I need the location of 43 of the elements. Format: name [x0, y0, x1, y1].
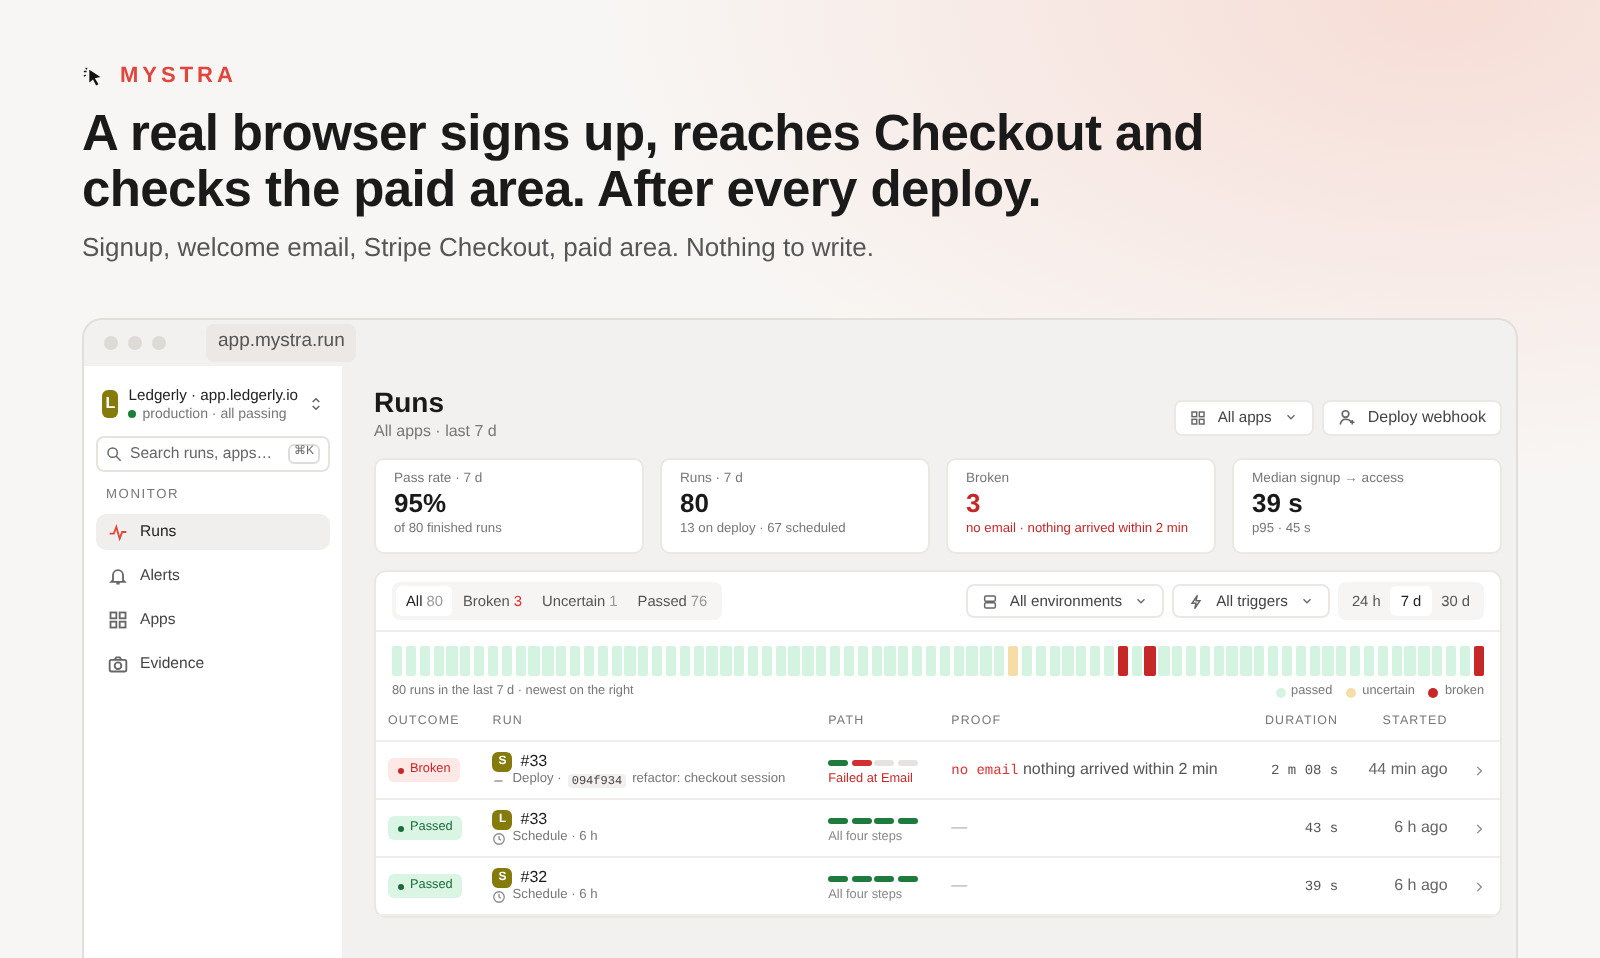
headline: A real browser signs up, reaches Checkout and checks the paid area. After every deploy.: [82, 105, 1206, 221]
run-number: #33: [520, 752, 548, 772]
proof-text: —: [951, 818, 968, 837]
proof-text: —: [951, 876, 968, 895]
caret-icon: [1283, 410, 1298, 425]
stat-value: 80: [680, 488, 711, 522]
page-subtitle: All apps · last 7 d: [374, 421, 497, 442]
window-control-dot[interactable]: [128, 336, 142, 351]
grid-icon: [108, 609, 128, 630]
search-icon: [106, 446, 122, 463]
started-time: 6 h ago: [1394, 818, 1448, 837]
caret-icon: [1299, 594, 1314, 609]
started-time: 44 min ago: [1368, 760, 1448, 779]
started-time: 6 h ago: [1394, 876, 1448, 895]
cursor-icon: [82, 65, 104, 88]
chevron-updown-icon: [308, 396, 324, 413]
chevron-right-icon: [1471, 879, 1486, 894]
stat-value: 95%: [394, 488, 449, 522]
app-avatar: L: [102, 390, 119, 419]
window-control-dot[interactable]: [152, 336, 166, 351]
bell-icon: [108, 565, 128, 586]
window-control-dot[interactable]: [104, 336, 118, 351]
clock-icon: [492, 889, 507, 904]
chevron-right-icon: [1471, 763, 1486, 778]
clock-icon: [492, 831, 507, 846]
webhook-button[interactable]: Deploy webhook: [1321, 399, 1502, 436]
run-number: #33: [520, 810, 548, 830]
lightning-icon: [1188, 593, 1205, 610]
camera-icon: [108, 654, 128, 675]
status-dot: [128, 410, 137, 419]
chevron-right-icon: [1471, 821, 1486, 836]
brand-name: MYSTRA: [120, 62, 237, 92]
subtitle: Signup, welcome email, Stripe Checkout, paid area. Nothing to write.: [82, 232, 876, 267]
server-icon: [981, 593, 998, 610]
user-icon: [1337, 408, 1356, 427]
page-title: Runs: [374, 386, 446, 422]
stat-value: 39 s: [1252, 488, 1305, 522]
run-number: #32: [520, 868, 548, 888]
pulse-icon: [108, 521, 128, 542]
caret-icon: [1134, 594, 1149, 609]
grid-icon: [1189, 409, 1206, 426]
address-bar[interactable]: app.mystra.run: [206, 324, 357, 362]
stat-value: 3: [966, 488, 983, 522]
